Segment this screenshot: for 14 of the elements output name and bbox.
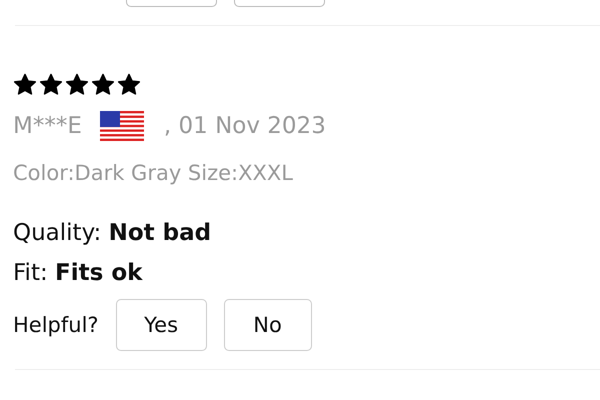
flag-icon xyxy=(100,111,144,141)
review-attribute: Fit: Fits ok xyxy=(13,260,144,286)
review-date: , 01 Nov 2023 xyxy=(164,113,326,139)
vote-button[interactable]: No xyxy=(224,299,312,351)
helpful-label: Helpful? xyxy=(13,313,99,337)
star-icon xyxy=(91,73,115,97)
vote-button[interactable]: Yes xyxy=(116,299,207,351)
star-icon xyxy=(117,73,141,97)
star-icon xyxy=(39,73,63,97)
star-icon xyxy=(13,73,37,97)
reviewer-name: M***E xyxy=(13,113,82,139)
star-icon xyxy=(65,73,89,97)
variant-text: Color:Dark Gray Size:XXXL xyxy=(13,161,294,185)
review-attribute: Quality: Not bad xyxy=(13,220,212,246)
